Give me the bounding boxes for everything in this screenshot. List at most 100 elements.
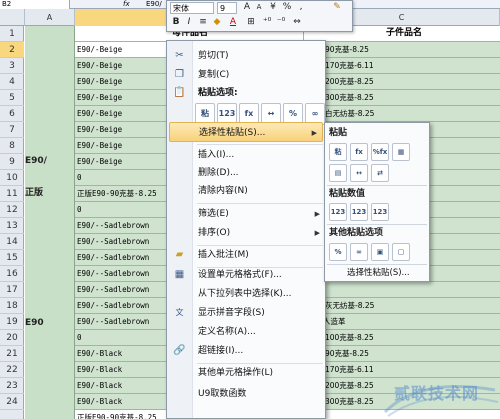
row-header[interactable]: 5 xyxy=(0,90,24,106)
cell-c[interactable]: E90-100克基-8.25 xyxy=(304,330,500,346)
row-header[interactable]: 12 xyxy=(0,202,24,218)
menu-item-sort[interactable]: 排序(O) ▶ xyxy=(167,223,325,243)
comma-button[interactable]: , xyxy=(295,1,307,14)
values-source-formatting-icon[interactable]: 123 xyxy=(371,203,389,221)
merge-cells-icon[interactable]: ⇔ xyxy=(291,16,303,29)
row-header[interactable]: 13 xyxy=(0,218,24,234)
menu-item-pick-from-list[interactable]: 从下拉列表中选择(K)... xyxy=(167,284,325,304)
menu-item-delete[interactable]: 删除(D)... xyxy=(167,163,325,183)
paste-special-submenu: 粘贴 粘 fx %fx ▦ ▤ ↔ ⇄ 粘贴数值 123 123 123 其他粘… xyxy=(324,122,430,282)
cell-c[interactable]: E90-灰无纺基-8.25 xyxy=(304,298,500,314)
currency-icon[interactable]: ¥ xyxy=(267,1,279,14)
menu-item-define-name[interactable]: 定义名称(A)... xyxy=(167,322,325,342)
paste-picture-icon[interactable]: ▣ xyxy=(371,243,389,261)
row-header[interactable]: 10 xyxy=(0,170,24,186)
row-header[interactable]: 4 xyxy=(0,74,24,90)
row-header[interactable]: 23 xyxy=(0,378,24,394)
row-header[interactable]: 18 xyxy=(0,298,24,314)
menu-item-label: 显示拼音字段(S) xyxy=(198,308,265,318)
row-header[interactable]: 21 xyxy=(0,346,24,362)
fill-color-icon[interactable]: ◆ xyxy=(211,16,223,29)
paste-formulas-number-format-icon[interactable]: %fx xyxy=(371,143,389,161)
row-header[interactable]: 17 xyxy=(0,282,24,298)
cell-c[interactable]: E90-170克基-6.11 xyxy=(304,58,500,74)
paste-formulas-icon[interactable]: fx xyxy=(350,143,368,161)
row-header[interactable]: 1 xyxy=(0,26,24,42)
menu-item-u9[interactable]: U9取数函数 xyxy=(167,384,325,404)
submenu-paste-special-link[interactable]: 选择性粘贴(S)... xyxy=(347,266,410,280)
column-a[interactable]: E90/ 正版 E90 xyxy=(25,26,75,419)
watermark-text: 贰联技术网 xyxy=(394,384,480,403)
format-painter-icon[interactable]: ✎ xyxy=(331,1,343,14)
row-header[interactable]: 8 xyxy=(0,138,24,154)
cell-c[interactable] xyxy=(304,282,500,298)
row-header[interactable]: 3 xyxy=(0,58,24,74)
menu-item-format-cells[interactable]: ▦ 设置单元格格式(F)... xyxy=(167,265,325,285)
select-all-corner[interactable] xyxy=(0,9,25,26)
row-header[interactable]: 6 xyxy=(0,106,24,122)
borders-icon[interactable]: ⊞ xyxy=(245,16,257,29)
decrease-decimal-icon[interactable]: ⁻⁰ xyxy=(275,16,287,29)
font-color-icon[interactable]: A xyxy=(227,16,239,29)
percent-button[interactable]: % xyxy=(281,1,293,14)
row-header[interactable]: 14 xyxy=(0,234,24,250)
column-header-a[interactable]: A xyxy=(25,9,75,26)
italic-button[interactable]: I xyxy=(183,16,195,29)
formula-input[interactable]: E90/ xyxy=(146,0,162,9)
menu-item-paste-special[interactable]: 选择性粘贴(S)... ▶ xyxy=(169,122,323,142)
cell-c[interactable]: E90-90克基-8.25 xyxy=(304,346,500,362)
row-header[interactable]: 15 xyxy=(0,250,24,266)
cell-c[interactable]: E90-200克基-8.25 xyxy=(304,74,500,90)
submenu-heading: 其他粘贴选项 xyxy=(329,228,384,238)
row-header[interactable]: 2 xyxy=(0,42,24,58)
values-number-format-icon[interactable]: 123 xyxy=(350,203,368,221)
shrink-font-icon[interactable]: A xyxy=(253,1,265,14)
cell-c[interactable]: E90-90克基-8.25 xyxy=(304,42,500,58)
bold-button[interactable]: B xyxy=(170,16,182,29)
submenu-arrow-icon: ▶ xyxy=(311,129,317,137)
no-borders-icon[interactable]: ▤ xyxy=(329,164,347,182)
comment-icon: ▰ xyxy=(175,249,184,260)
keep-source-formatting-icon[interactable]: ▦ xyxy=(392,143,410,161)
grow-font-icon[interactable]: A xyxy=(241,1,253,14)
row-header[interactable]: 9 xyxy=(0,154,24,170)
row-header[interactable]: 20 xyxy=(0,330,24,346)
menu-item-label: 清除内容(N) xyxy=(198,186,248,196)
menu-item-filter[interactable]: 筛选(E) ▶ xyxy=(167,204,325,224)
row-header[interactable]: 19 xyxy=(0,314,24,330)
menu-item-other-ops[interactable]: 其他单元格操作(L) xyxy=(167,363,325,383)
menu-item-label: 删除(D)... xyxy=(198,168,239,178)
menu-item-copy[interactable]: ❐ 复制(C) xyxy=(167,65,325,85)
mini-toolbar: 宋体 9 A A ¥ % , ✎ B I ≡ ◆ A ⊞ ⁺⁰ ⁻⁰ ⇔ xyxy=(166,0,353,32)
cell-c[interactable]: 米色人造革 xyxy=(304,314,500,330)
font-size-select[interactable]: 9 xyxy=(217,2,237,14)
transpose-icon[interactable]: ⇄ xyxy=(371,164,389,182)
keep-column-widths-icon[interactable]: ↔ xyxy=(350,164,368,182)
row-header[interactable]: 7 xyxy=(0,122,24,138)
cell-c[interactable]: E90-白无纺基-8.25 xyxy=(304,106,500,122)
paste-values-icon[interactable]: 123 xyxy=(329,203,347,221)
paste-formatting-icon[interactable]: % xyxy=(329,243,347,261)
menu-item-phonetic[interactable]: 文 显示拼音字段(S) xyxy=(167,303,325,323)
paste-linked-picture-icon[interactable]: ▢ xyxy=(392,243,410,261)
row-header[interactable]: 24 xyxy=(0,394,24,410)
menu-item-hyperlink[interactable]: 🔗 超链接(I)... xyxy=(167,341,325,361)
font-name-select[interactable]: 宋体 xyxy=(170,2,214,14)
menu-heading: 粘贴选项: xyxy=(198,88,238,98)
submenu-separator xyxy=(327,264,427,265)
menu-item-cut[interactable]: ✂ 剪切(T) xyxy=(167,46,325,66)
name-box[interactable]: B2 xyxy=(0,0,70,9)
paste-link-icon[interactable]: ∞ xyxy=(350,243,368,261)
row-header[interactable]: 11 xyxy=(0,186,24,202)
column-a-label: E90/ xyxy=(25,156,47,166)
menu-item-clear[interactable]: 清除内容(N) xyxy=(167,181,325,201)
align-center-icon[interactable]: ≡ xyxy=(197,16,209,29)
row-header[interactable]: 16 xyxy=(0,266,24,282)
increase-decimal-icon[interactable]: ⁺⁰ xyxy=(261,16,273,29)
context-menu: ✂ 剪切(T) ❐ 复制(C) 📋 粘贴选项: 粘 123 fx ↔ % ∞ 选… xyxy=(166,40,326,419)
menu-item-insert[interactable]: 插入(I)... xyxy=(167,145,325,165)
menu-item-insert-comment[interactable]: ▰ 插入批注(M) xyxy=(167,245,325,265)
cell-c[interactable]: E90-300克基-8.25 xyxy=(304,90,500,106)
row-header[interactable]: 22 xyxy=(0,362,24,378)
paste-icon[interactable]: 粘 xyxy=(329,143,347,161)
